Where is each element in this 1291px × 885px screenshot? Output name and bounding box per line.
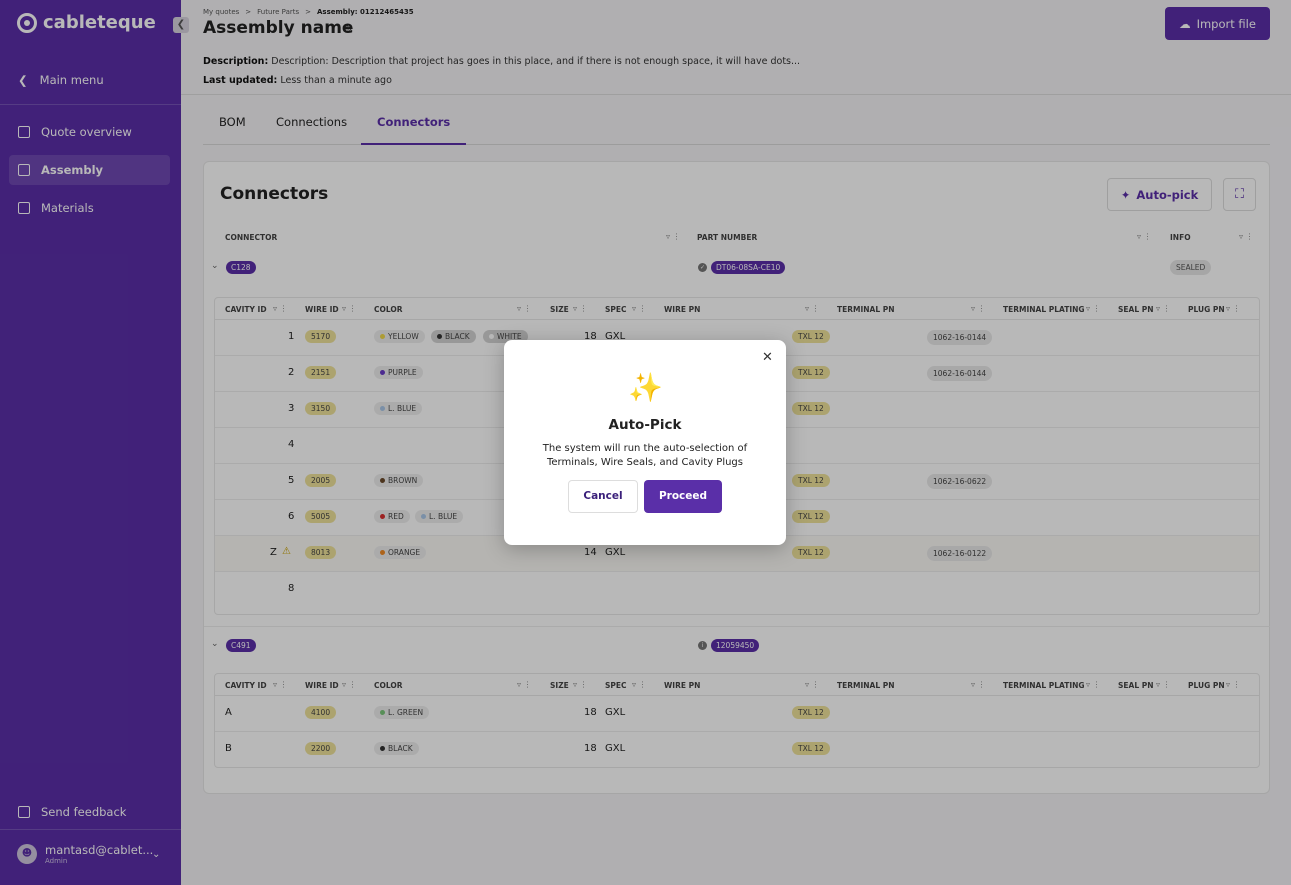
auto-pick-dialog: ✕ ✨ Auto-Pick The system will run the au… <box>504 340 786 545</box>
proceed-button[interactable]: Proceed <box>644 480 722 513</box>
magic-wand-icon: ✨ <box>628 371 663 404</box>
cancel-button[interactable]: Cancel <box>568 480 638 513</box>
dialog-message: The system will run the auto-selection o… <box>542 443 748 468</box>
dialog-title: Auto-Pick <box>608 417 682 433</box>
close-icon[interactable]: ✕ <box>762 350 773 365</box>
